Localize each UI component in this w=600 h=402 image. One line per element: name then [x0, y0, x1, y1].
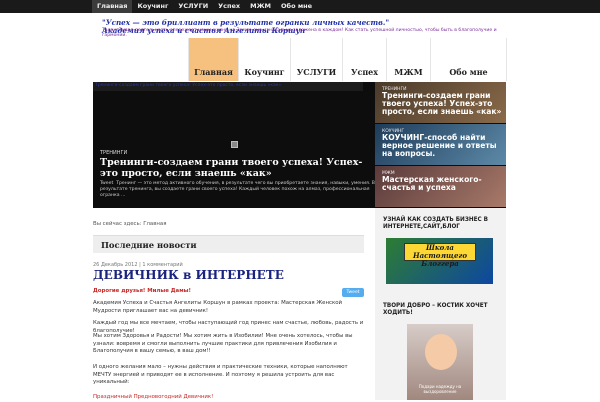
post-paragraph: Академия Успеха и Счастья Ангелиты Коршу…: [93, 300, 343, 314]
slide-excerpt-text: Тренинг — это метод активного обучения, …: [100, 181, 375, 198]
widget-title-business: УЗНАЙ КАК СОЗДАТЬ БИЗНЕС В ИНТЕРНЕТЕ,САЙ…: [383, 217, 488, 230]
slider-pager-dot[interactable]: [231, 141, 238, 148]
slider-top-link[interactable]: Тренинги-создаем грани твоего успеха! Ус…: [93, 82, 363, 91]
slide-title[interactable]: Тренинги-создаем грани твоего успеха! Ус…: [100, 157, 378, 179]
slider-thumb-2[interactable]: КОУЧИНГ КОУЧИНГ-способ найти верное реше…: [375, 124, 506, 165]
child-photo[interactable]: Подари надежду на выздоровление: [407, 324, 473, 400]
post-title[interactable]: ДЕВИЧНИК в ИНТЕРНЕТЕ: [93, 268, 284, 282]
latest-news-header: Последние новости: [93, 235, 364, 253]
topnav-item-coaching[interactable]: Коучинг: [132, 0, 173, 13]
mainnav-item-success[interactable]: Успех: [342, 38, 386, 81]
site-description: Талантливая деятельность опережает наши …: [102, 28, 497, 38]
slider-thumb-1[interactable]: ТРЕНИНГИ Тренинги-создаем грани твоего у…: [375, 82, 506, 123]
mainnav-item-home[interactable]: Главная: [188, 38, 238, 81]
widget-title-charity: ТВОРИ ДОБРО – КОСТИК ХОЧЕТ ХОДИТЬ!: [383, 303, 488, 316]
latest-news-title: Последние новости: [101, 240, 197, 250]
blogger-school-banner[interactable]: Школа Настоящего Блоггера: [386, 238, 493, 284]
post-greeting: Дорогие друзья! Милые Дамы!: [93, 288, 191, 294]
slide-excerpt: Tweet Тренинг — это метод активного обуч…: [100, 181, 375, 199]
post-paragraph: Мы хотим Здоровья и Радости! Мы хотим жи…: [93, 333, 353, 354]
main-nav: Главная Коучинг УСЛУГИ Успех МЖМ Обо мне: [92, 38, 507, 81]
thumb-title: КОУЧИНГ-способ найти верное решение и от…: [382, 133, 497, 158]
mainnav-item-services[interactable]: УСЛУГИ: [290, 38, 342, 81]
thumb-title: Мастерская женского-счастья и успеха: [382, 175, 482, 192]
post-paragraph-highlight: Праздничный Предновогодний Девичник!: [93, 394, 214, 400]
topnav-item-services[interactable]: УСЛУГИ: [173, 0, 213, 13]
topnav-item-success[interactable]: Успех: [213, 0, 245, 13]
topnav-item-home[interactable]: Главная: [92, 0, 133, 13]
mainnav-item-coaching[interactable]: Коучинг: [238, 38, 290, 81]
child-face: [425, 334, 457, 370]
mainnav-item-mzhm[interactable]: МЖМ: [386, 38, 430, 81]
breadcrumb: Вы сейчас здесь: Главная: [93, 221, 167, 227]
topnav-item-about[interactable]: Обо мне: [276, 0, 317, 13]
slide-category[interactable]: ТРЕНИНГИ: [100, 150, 127, 156]
sidebar: УЗНАЙ КАК СОЗДАТЬ БИЗНЕС В ИНТЕРНЕТЕ,САЙ…: [375, 208, 506, 400]
thumb-title: Тренинги-создаем грани твоего успеха! Ус…: [382, 91, 502, 116]
mainnav-item-about[interactable]: Обо мне: [430, 38, 507, 81]
slider-thumb-3[interactable]: МЖМ Мастерская женского-счастья и успеха: [375, 166, 506, 207]
banner-text: Школа Настоящего Блоггера: [404, 243, 476, 268]
post-paragraph: И одного желания мало – нужны действия и…: [93, 364, 348, 385]
top-bar: Главная Коучинг УСЛУГИ Успех МЖМ Обо мне: [0, 0, 600, 13]
top-nav: Главная Коучинг УСЛУГИ Успех МЖМ Обо мне: [92, 0, 317, 13]
photo-caption: Подари надежду на выздоровление: [418, 384, 462, 394]
slide-tweet-label: Tweet: [100, 181, 114, 186]
topnav-item-mzhm[interactable]: МЖМ: [245, 0, 276, 13]
